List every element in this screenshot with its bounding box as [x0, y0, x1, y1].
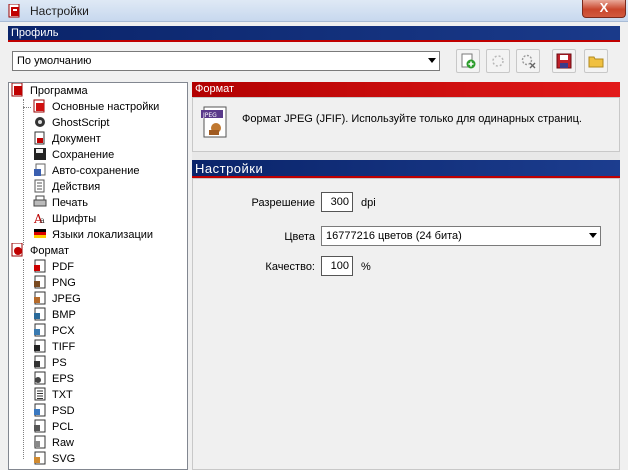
tree-item-pcx[interactable]: PCX — [33, 323, 75, 339]
tree-item-ps[interactable]: PS — [33, 355, 67, 371]
profile-row: По умолчанию — [8, 44, 620, 78]
settings-pane: Формат JPEG Формат JPEG (JFIF). Использу… — [192, 82, 620, 470]
resolution-unit: dpi — [361, 197, 376, 209]
window-title: Настройки — [30, 4, 89, 18]
pcl-file-icon — [34, 419, 46, 433]
tree-item-document[interactable]: Документ — [33, 131, 101, 147]
tree-item-pcl[interactable]: PCL — [33, 419, 73, 435]
tree-item-save[interactable]: Сохранение — [33, 147, 114, 163]
svg-text:a: a — [40, 216, 45, 225]
txt-file-icon — [34, 387, 46, 401]
delete-profile-icon — [521, 54, 536, 69]
tree-item-tiff[interactable]: TIFF — [33, 339, 75, 355]
tree-item-autosave[interactable]: Авто-сохранение — [33, 163, 140, 179]
save-profile-icon — [556, 53, 572, 69]
pdf-file-icon — [34, 259, 46, 273]
format-icon — [11, 243, 23, 257]
tree-node-label: Программа — [30, 85, 88, 97]
open-profile-icon — [588, 56, 604, 68]
bmp-file-icon — [34, 307, 46, 321]
tree-item-jpeg[interactable]: JPEG — [33, 291, 81, 307]
raw-file-icon — [34, 435, 46, 449]
add-profile-icon — [461, 53, 476, 69]
save-icon — [34, 148, 46, 160]
tree-item-print[interactable]: Печать — [33, 195, 88, 211]
tree-item-pdf[interactable]: PDF — [33, 259, 74, 275]
tree-line — [23, 259, 24, 459]
tiff-file-icon — [34, 339, 46, 353]
language-flag-icon — [34, 229, 46, 238]
colors-select[interactable]: 16777216 цветов (24 бита) — [321, 226, 601, 246]
settings-window: Настройки X Профиль По умолчанию Програм… — [0, 0, 628, 470]
settings-icon — [33, 99, 45, 113]
rename-profile-button[interactable] — [486, 49, 510, 73]
tree-line — [23, 99, 24, 245]
quality-input[interactable]: 100 — [321, 256, 353, 276]
svg-file-icon — [34, 451, 46, 465]
autosave-icon — [34, 163, 46, 176]
tree-item-main-settings[interactable]: Основные настройки — [23, 99, 159, 115]
document-icon — [34, 131, 45, 145]
png-file-icon — [34, 275, 46, 289]
rename-profile-icon — [492, 55, 504, 67]
actions-icon — [34, 179, 45, 193]
tree-item-eps[interactable]: EPS — [33, 371, 74, 387]
save-profile-button[interactable] — [552, 49, 576, 73]
tree-item-svg[interactable]: SVG — [33, 451, 75, 467]
profile-select-value: По умолчанию — [17, 55, 92, 67]
quality-unit: % — [361, 261, 371, 273]
colors-select-value: 16777216 цветов (24 бита) — [326, 230, 462, 242]
fonts-icon: Aa — [33, 212, 45, 225]
tree-item-raw[interactable]: Raw — [33, 435, 74, 451]
format-description: Формат JPEG (JFIF). Используйте только д… — [242, 113, 582, 125]
format-section-header: Формат — [192, 82, 620, 97]
settings-section-header: Настройки — [192, 160, 620, 178]
close-button[interactable]: X — [582, 0, 626, 18]
profile-select[interactable]: По умолчанию — [12, 51, 440, 71]
tree-item-txt[interactable]: TXT — [33, 387, 73, 403]
chevron-down-icon[interactable] — [428, 58, 436, 63]
eps-file-icon — [34, 371, 46, 385]
colors-label: Цвета — [284, 231, 315, 243]
tree-item-psd[interactable]: PSD — [33, 403, 75, 419]
format-panel: JPEG Формат JPEG (JFIF). Используйте тол… — [192, 97, 620, 152]
tree-item-actions[interactable]: Действия — [33, 179, 100, 195]
jpeg-file-icon — [34, 291, 46, 305]
tree-item-fonts[interactable]: Aa Шрифты — [33, 211, 96, 227]
tree-item-bmp[interactable]: BMP — [33, 307, 76, 323]
tree-node-format[interactable]: Формат — [11, 243, 69, 259]
settings-panel: Разрешение 300 dpi Цвета 16777216 цветов… — [192, 178, 620, 470]
app-icon — [8, 4, 20, 18]
quality-label: Качество: — [265, 261, 315, 273]
svg-text:JPEG: JPEG — [202, 112, 217, 119]
title-bar[interactable]: Настройки X — [0, 0, 628, 22]
ghostscript-icon — [35, 117, 45, 127]
psd-file-icon — [34, 403, 46, 417]
profile-band: Профиль — [8, 26, 620, 42]
chevron-down-icon[interactable] — [589, 233, 597, 238]
print-icon — [33, 195, 47, 207]
tree-item-languages[interactable]: Языки локализации — [33, 227, 153, 243]
program-icon — [11, 83, 23, 97]
jpeg-format-icon: JPEG — [201, 106, 227, 138]
tree-item-png[interactable]: PNG — [33, 275, 76, 291]
pcx-file-icon — [34, 323, 46, 337]
resolution-label: Разрешение — [251, 197, 315, 209]
settings-tree[interactable]: Программа Основные настройки GhostScript… — [8, 82, 188, 470]
resolution-input[interactable]: 300 — [321, 192, 353, 212]
tree-item-ghostscript[interactable]: GhostScript — [33, 115, 109, 131]
delete-profile-button[interactable] — [516, 49, 540, 73]
profile-band-label: Профиль — [11, 27, 59, 39]
tree-node-program[interactable]: Программа — [11, 83, 88, 99]
add-profile-button[interactable] — [456, 49, 480, 73]
ps-file-icon — [34, 355, 46, 369]
open-profile-button[interactable] — [584, 49, 608, 73]
